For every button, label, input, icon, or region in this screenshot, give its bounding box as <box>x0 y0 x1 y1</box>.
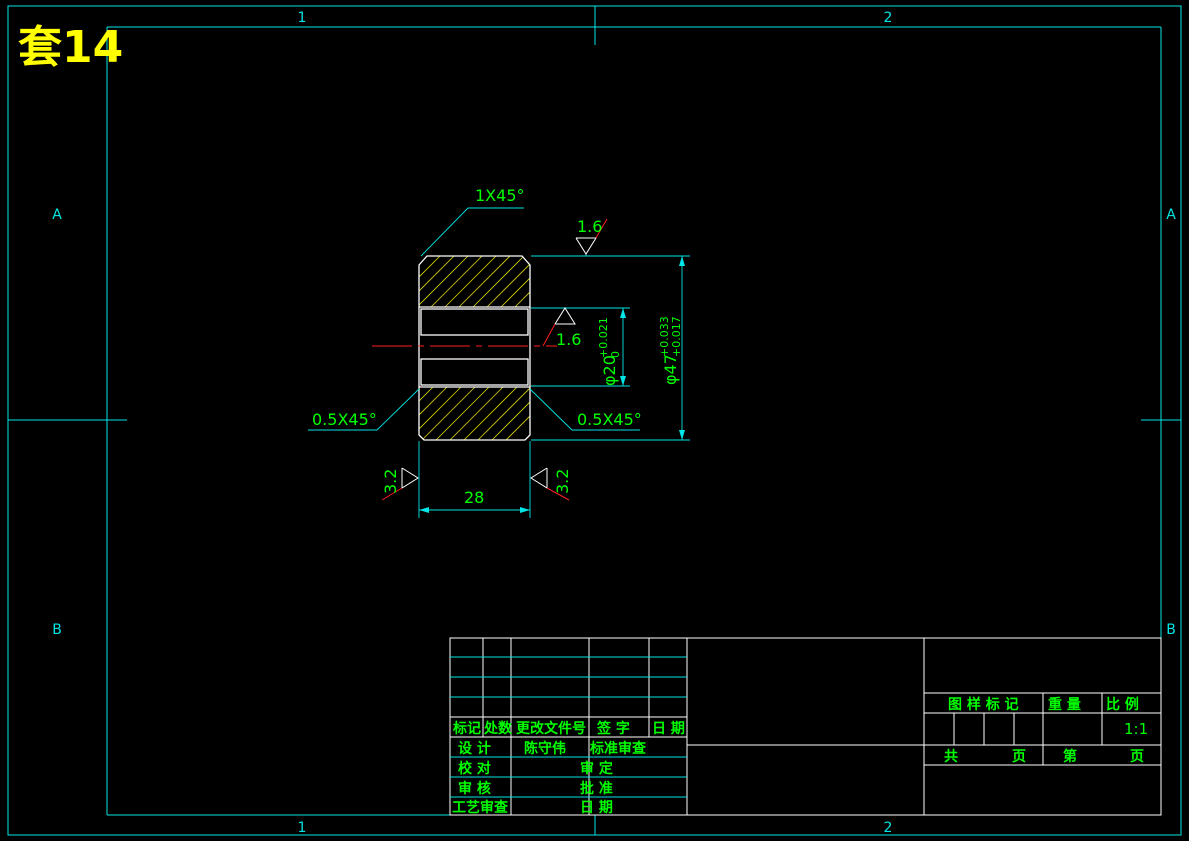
row-ratify-label: 批 准 <box>580 780 613 797</box>
row-design-label: 设 计 <box>458 740 491 757</box>
rev-header-count: 处数 <box>483 720 513 737</box>
zone-row-b-left: B <box>52 622 62 638</box>
row-date-label: 日 期 <box>580 800 613 816</box>
rev-header-sign: 签 字 <box>596 720 630 737</box>
outer-dim-label: φ47 <box>661 354 680 385</box>
scale-value: 1:1 <box>1124 720 1148 738</box>
zone-row-b-right: B <box>1166 622 1176 638</box>
chamfer-top-left-label: 1X45° <box>475 186 525 205</box>
outer-tol-lower: +0.017 <box>670 316 683 357</box>
roughness-bore-label: 1.6 <box>556 330 581 349</box>
rev-header-mark: 标记 <box>452 720 481 737</box>
row-approve-review-label: 审 定 <box>580 760 613 777</box>
chamfer-bottom-right-label: 0.5X45° <box>577 410 642 429</box>
drawing-title: 套14 <box>18 22 123 73</box>
zone-col-2-top: 2 <box>884 10 893 26</box>
total-pages-suffix: 页 <box>1012 749 1026 765</box>
designer-name: 陈守伟 <box>524 740 566 757</box>
drawing-mark-label: 图 样 标 记 <box>948 696 1019 713</box>
drawing-sheet: 1 2 1 2 A B A B 套14 1X45° 0.5X45° 0.5X45… <box>0 0 1189 841</box>
rev-header-date: 日 期 <box>652 721 685 737</box>
zone-row-a-right: A <box>1166 207 1176 223</box>
total-pages-prefix: 共 <box>944 748 958 765</box>
zone-col-1-top: 1 <box>298 10 307 26</box>
page-no-prefix: 第 <box>1063 748 1077 765</box>
scale-label: 比 例 <box>1106 696 1139 713</box>
chamfer-bottom-left-label: 0.5X45° <box>312 410 377 429</box>
page-no-suffix: 页 <box>1130 749 1144 765</box>
row-audit-label: 审 核 <box>458 780 491 797</box>
bore-tol-lower: 0 <box>609 351 622 358</box>
zone-col-1-bottom: 1 <box>298 820 307 836</box>
row-proof-label: 校 对 <box>458 760 491 777</box>
roughness-right-label: 3.2 <box>553 469 572 494</box>
roughness-left-label: 3.2 <box>381 469 400 494</box>
weight-label: 重 量 <box>1048 696 1081 713</box>
roughness-outer-label: 1.6 <box>577 217 602 236</box>
row-std-review-label: 标准审查 <box>589 740 647 757</box>
bore-dim-label: φ20 <box>600 355 619 386</box>
zone-row-a-left: A <box>52 207 62 223</box>
zone-col-2-bottom: 2 <box>884 820 893 836</box>
rev-header-docno: 更改文件号 <box>516 720 586 737</box>
length-dim-label: 28 <box>464 488 484 507</box>
row-process-label: 工艺审查 <box>452 799 509 816</box>
